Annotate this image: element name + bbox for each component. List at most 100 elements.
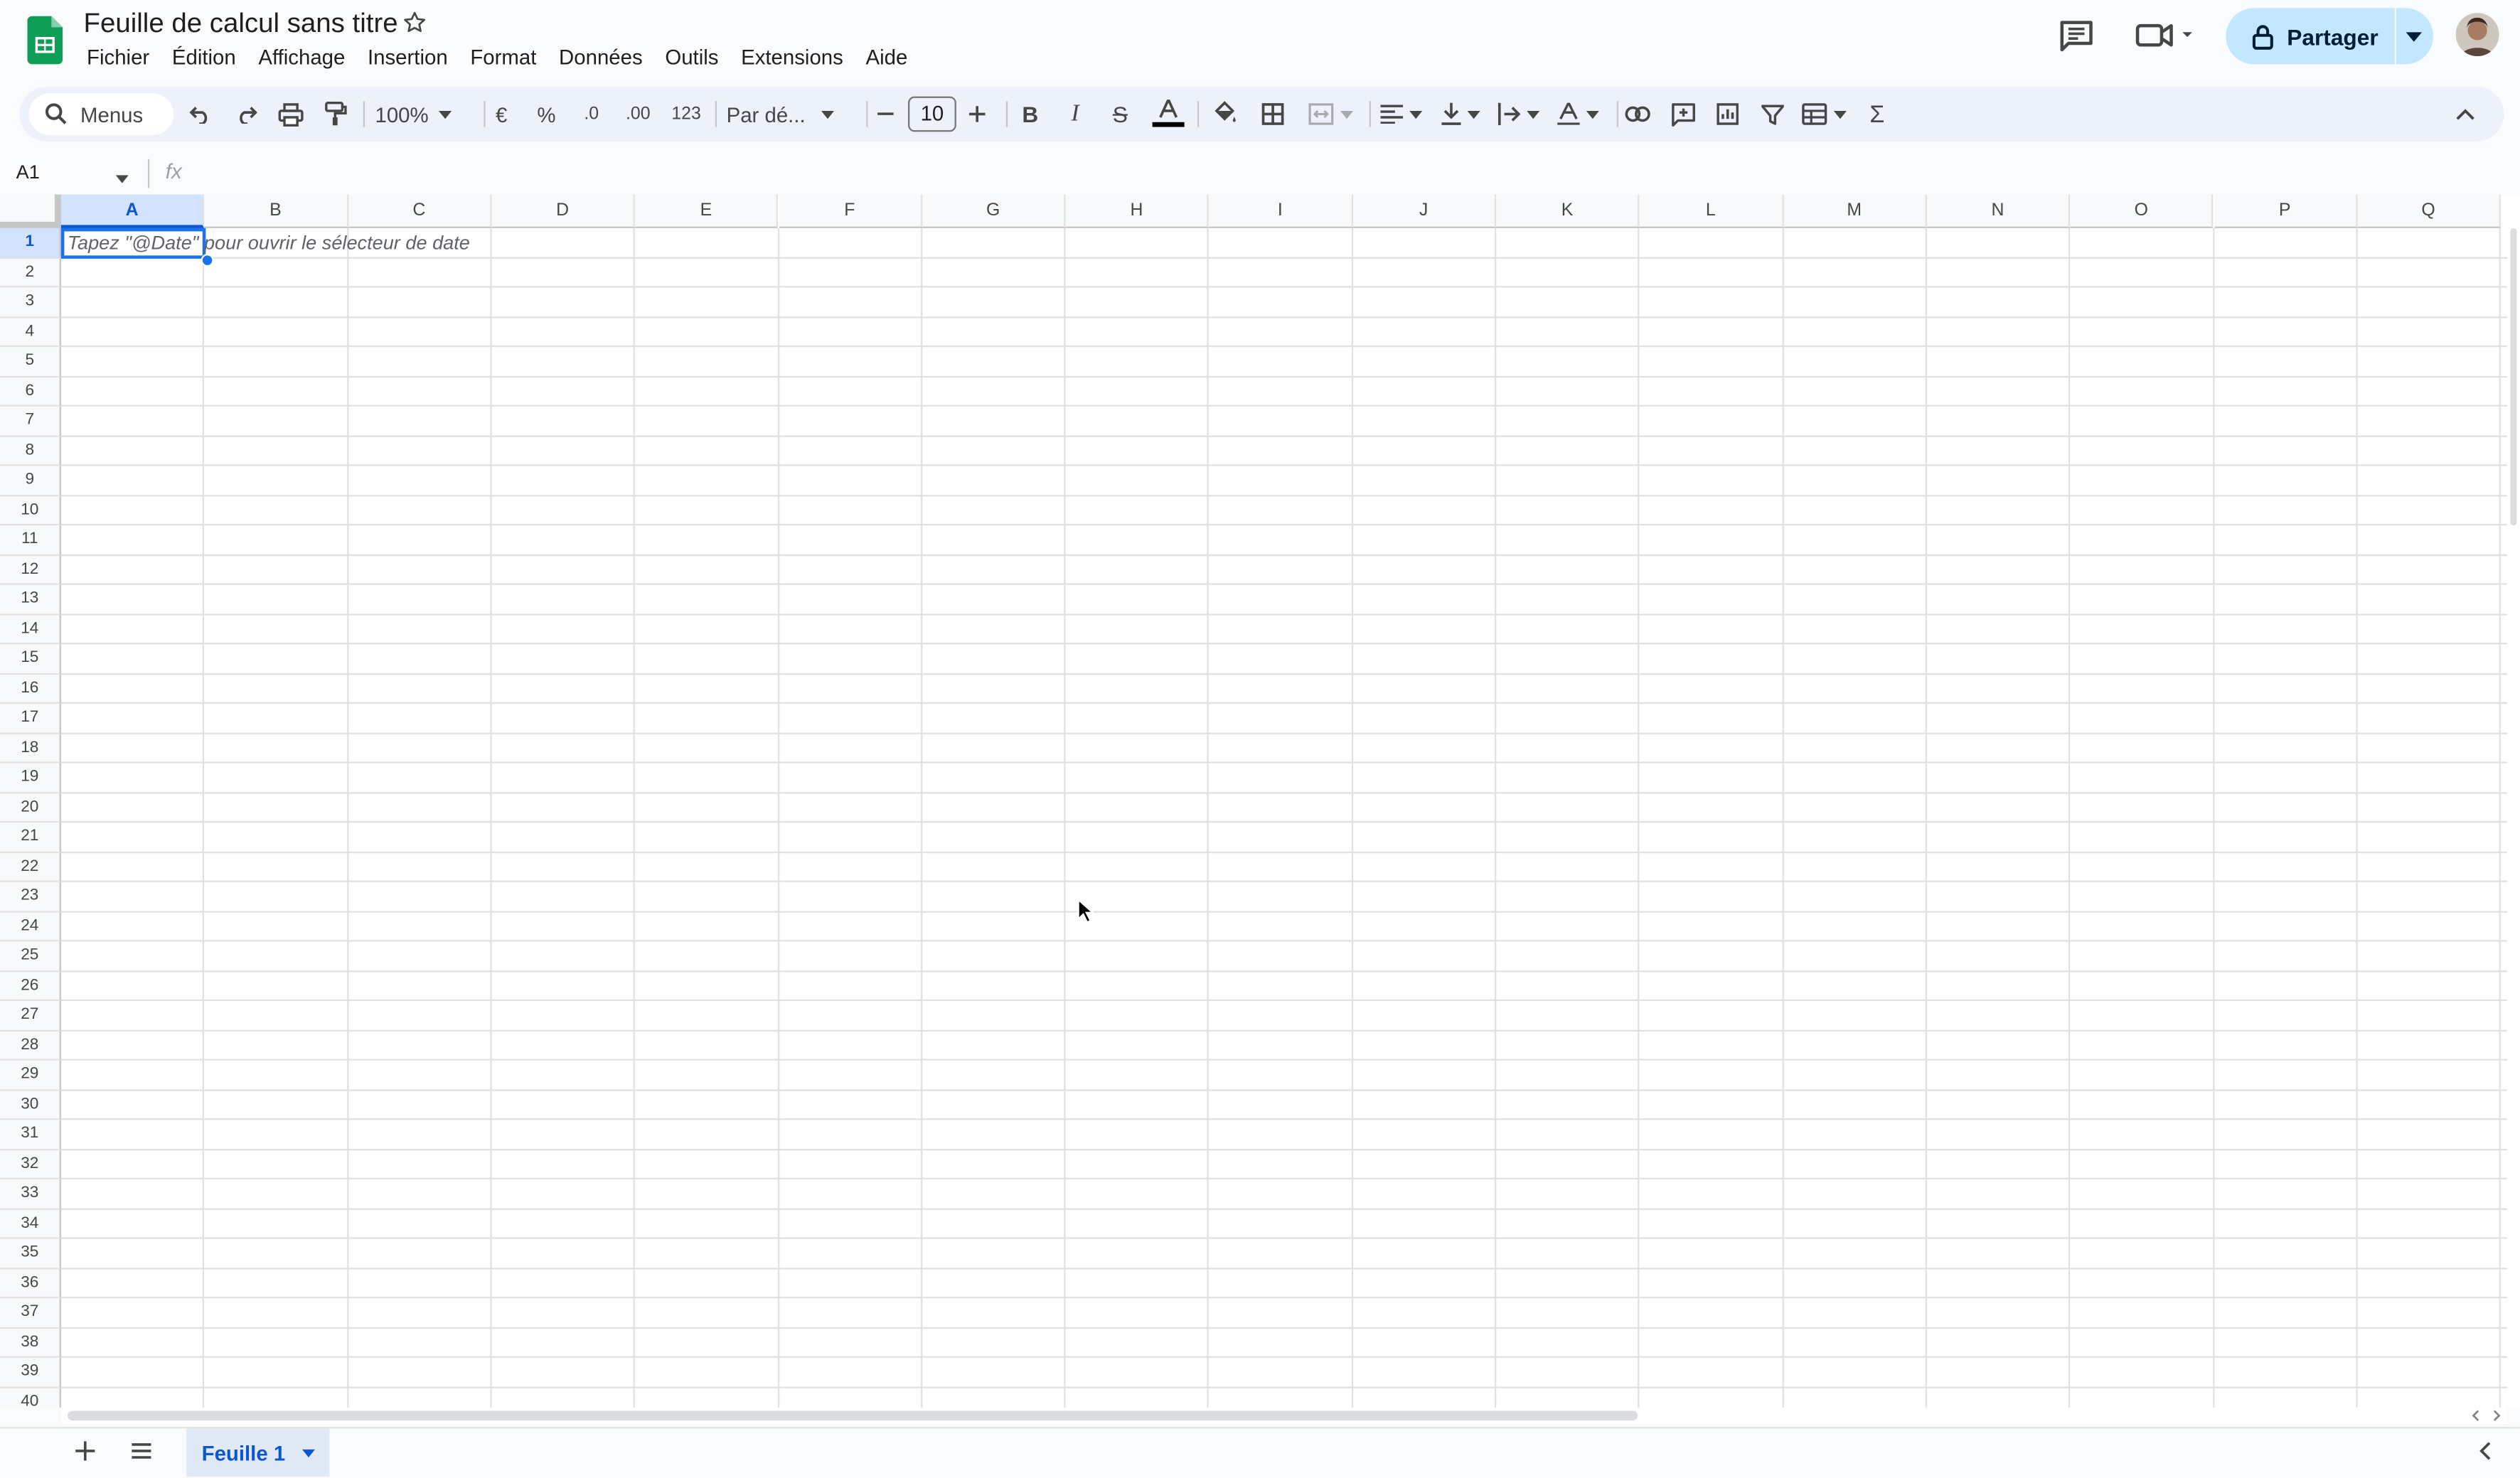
menu-outils[interactable]: Outils bbox=[654, 45, 730, 70]
row-header[interactable]: 37 bbox=[0, 1298, 61, 1329]
row-header[interactable]: 30 bbox=[0, 1090, 61, 1120]
account-avatar[interactable] bbox=[2455, 13, 2499, 57]
sheets-logo-icon[interactable] bbox=[27, 16, 63, 65]
row-header[interactable]: 35 bbox=[0, 1238, 61, 1269]
chart-icon[interactable] bbox=[1712, 95, 1744, 133]
search-menus[interactable]: Menus bbox=[28, 93, 174, 135]
add-sheet-icon[interactable] bbox=[70, 1437, 100, 1466]
decrease-decimal-button[interactable]: .0 bbox=[574, 95, 609, 133]
column-header[interactable]: N bbox=[1926, 194, 2071, 228]
collapse-icon[interactable] bbox=[2450, 95, 2482, 133]
comment-icon[interactable] bbox=[1667, 95, 1699, 133]
strikethrough-icon[interactable]: S bbox=[1104, 95, 1136, 133]
merge-cells-icon[interactable] bbox=[1305, 95, 1356, 133]
format-currency-button[interactable]: € bbox=[486, 95, 518, 133]
text-rotation-icon[interactable] bbox=[1554, 95, 1603, 133]
comments-icon[interactable] bbox=[2059, 19, 2094, 52]
row-header[interactable]: 19 bbox=[0, 763, 61, 793]
row-header[interactable]: 20 bbox=[0, 793, 61, 823]
row-header[interactable]: 6 bbox=[0, 377, 61, 407]
fill-handle[interactable] bbox=[201, 254, 214, 267]
menu-fichier[interactable]: Fichier bbox=[75, 45, 161, 70]
align-left-icon[interactable] bbox=[1377, 95, 1426, 133]
scroll-arrows[interactable] bbox=[2469, 1408, 2504, 1427]
valign-bottom-icon[interactable] bbox=[1438, 95, 1483, 133]
row-header[interactable]: 1 bbox=[0, 227, 61, 258]
spreadsheet-grid[interactable]: ABCDEFGHIJKLMNOPQ 1 2 3 4 5 6 7 8 9 10 11 12 13 14 15 1… bbox=[0, 194, 2507, 1408]
row-header[interactable]: 39 bbox=[0, 1357, 61, 1388]
row-header[interactable]: 5 bbox=[0, 347, 61, 377]
row-header[interactable]: 25 bbox=[0, 941, 61, 972]
filter-icon[interactable] bbox=[1756, 95, 1788, 133]
paint-format-icon[interactable] bbox=[320, 95, 352, 133]
row-header[interactable]: 29 bbox=[0, 1060, 61, 1091]
functions-icon[interactable]: Σ bbox=[1861, 95, 1893, 133]
side-panel-toggle-icon[interactable] bbox=[2475, 1440, 2498, 1462]
menu-edition[interactable]: Édition bbox=[161, 45, 247, 70]
row-header[interactable]: 36 bbox=[0, 1268, 61, 1299]
column-header[interactable]: I bbox=[1209, 194, 1353, 228]
row-header[interactable]: 10 bbox=[0, 496, 61, 526]
horizontal-scroll-thumb[interactable] bbox=[67, 1410, 1638, 1421]
format-percent-button[interactable]: % bbox=[530, 95, 562, 133]
name-box[interactable]: A1 bbox=[16, 161, 40, 183]
row-header[interactable]: 15 bbox=[0, 644, 61, 675]
fill-color-icon[interactable] bbox=[1209, 95, 1241, 133]
row-header[interactable]: 4 bbox=[0, 317, 61, 348]
row-header[interactable]: 12 bbox=[0, 555, 61, 585]
row-header[interactable]: 21 bbox=[0, 823, 61, 853]
link-icon[interactable] bbox=[1622, 95, 1654, 133]
name-box-chevron-icon[interactable] bbox=[115, 162, 129, 191]
column-header[interactable]: A bbox=[60, 194, 205, 228]
select-all-corner[interactable] bbox=[0, 194, 61, 228]
column-header[interactable]: E bbox=[635, 194, 779, 228]
text-wrap-icon[interactable] bbox=[1495, 95, 1543, 133]
row-header[interactable]: 3 bbox=[0, 287, 61, 318]
all-sheets-menu-icon[interactable] bbox=[129, 1438, 154, 1464]
table-icon[interactable] bbox=[1800, 95, 1848, 133]
row-header[interactable]: 33 bbox=[0, 1179, 61, 1209]
row-header[interactable]: 16 bbox=[0, 674, 61, 704]
row-header[interactable]: 31 bbox=[0, 1120, 61, 1150]
vertical-scroll-thumb[interactable] bbox=[2510, 227, 2517, 526]
row-header[interactable]: 8 bbox=[0, 436, 61, 466]
column-header[interactable]: M bbox=[1783, 194, 1927, 228]
undo-icon[interactable] bbox=[185, 95, 217, 133]
row-header[interactable]: 23 bbox=[0, 882, 61, 912]
column-header[interactable]: F bbox=[779, 194, 922, 228]
row-header[interactable]: 9 bbox=[0, 466, 61, 496]
borders-icon[interactable] bbox=[1256, 95, 1288, 133]
column-header[interactable]: O bbox=[2070, 194, 2214, 228]
row-header[interactable]: 27 bbox=[0, 1001, 61, 1031]
menu-donnees[interactable]: Données bbox=[548, 45, 653, 70]
row-header[interactable]: 34 bbox=[0, 1209, 61, 1239]
row-header[interactable]: 38 bbox=[0, 1328, 61, 1358]
menu-aide[interactable]: Aide bbox=[855, 45, 919, 70]
row-header[interactable]: 18 bbox=[0, 733, 61, 764]
document-title[interactable]: Feuille de calcul sans titre bbox=[84, 8, 398, 40]
row-header[interactable]: 14 bbox=[0, 614, 61, 645]
column-header[interactable]: Q bbox=[2357, 194, 2502, 228]
decrease-font-size-icon[interactable] bbox=[872, 95, 898, 133]
row-header[interactable]: 13 bbox=[0, 584, 61, 615]
menu-format[interactable]: Format bbox=[459, 45, 548, 70]
increase-font-size-icon[interactable] bbox=[964, 95, 990, 133]
row-header[interactable]: 32 bbox=[0, 1150, 61, 1179]
meet-button[interactable] bbox=[2135, 19, 2199, 51]
row-header[interactable]: 11 bbox=[0, 525, 61, 555]
row-header[interactable]: 26 bbox=[0, 971, 61, 1002]
italic-icon[interactable]: I bbox=[1059, 95, 1091, 133]
column-header[interactable]: L bbox=[1640, 194, 1783, 228]
formula-input[interactable] bbox=[201, 159, 2483, 188]
column-header[interactable]: K bbox=[1496, 194, 1640, 228]
sheet-tab-active[interactable]: Feuille 1 bbox=[186, 1428, 330, 1477]
menu-insertion[interactable]: Insertion bbox=[356, 45, 459, 70]
row-header[interactable]: 2 bbox=[0, 257, 61, 288]
menu-affichage[interactable]: Affichage bbox=[247, 45, 357, 70]
increase-decimal-button[interactable]: .00 bbox=[620, 95, 656, 133]
column-header[interactable]: G bbox=[922, 194, 1066, 228]
row-header[interactable]: 40 bbox=[0, 1387, 61, 1408]
menu-extensions[interactable]: Extensions bbox=[730, 45, 854, 70]
column-header[interactable]: C bbox=[348, 194, 492, 228]
text-color-icon[interactable] bbox=[1150, 95, 1186, 133]
